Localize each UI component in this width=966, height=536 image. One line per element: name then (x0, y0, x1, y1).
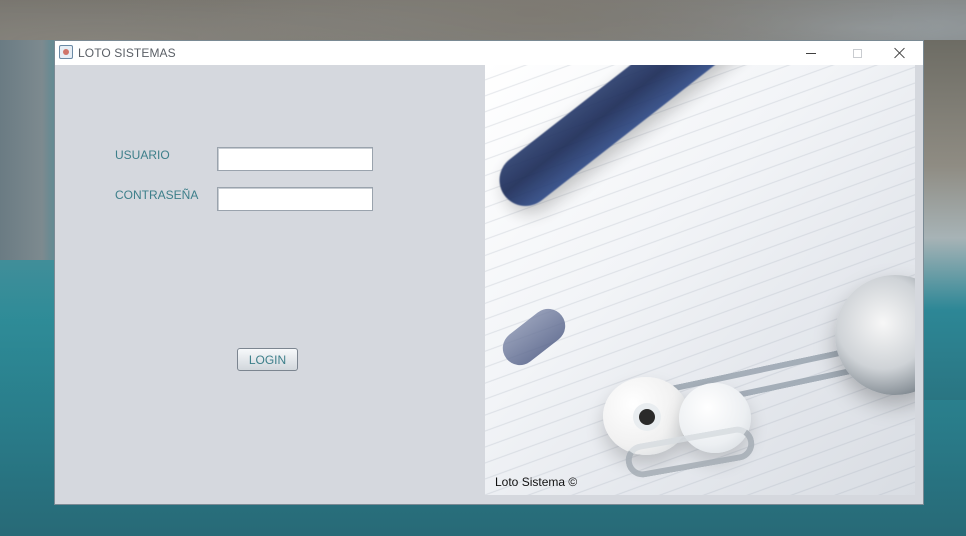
window-content: USUARIO CONTRASEÑA LOGIN Loto Sistema © (55, 65, 923, 505)
window-title: LOTO SISTEMAS (78, 46, 176, 60)
close-button[interactable] (877, 41, 923, 65)
login-button[interactable]: LOGIN (237, 348, 298, 371)
usuario-input[interactable] (217, 147, 373, 171)
usuario-label: USUARIO (115, 148, 170, 162)
maximize-icon (852, 48, 862, 58)
minimize-button[interactable] (788, 41, 834, 65)
close-icon (894, 47, 906, 59)
window-titlebar[interactable]: LOTO SISTEMAS (55, 41, 923, 65)
minimize-icon (806, 52, 816, 54)
login-window: LOTO SISTEMAS USUARIO CONTRASEÑA LOGIN L… (54, 40, 924, 505)
java-app-icon (59, 45, 73, 59)
contrasena-input[interactable] (217, 187, 373, 211)
contrasena-label: CONTRASEÑA (115, 188, 199, 202)
maximize-button[interactable] (834, 41, 880, 65)
photo-caption: Loto Sistema © (495, 475, 578, 489)
medical-photo: Loto Sistema © (485, 65, 915, 495)
